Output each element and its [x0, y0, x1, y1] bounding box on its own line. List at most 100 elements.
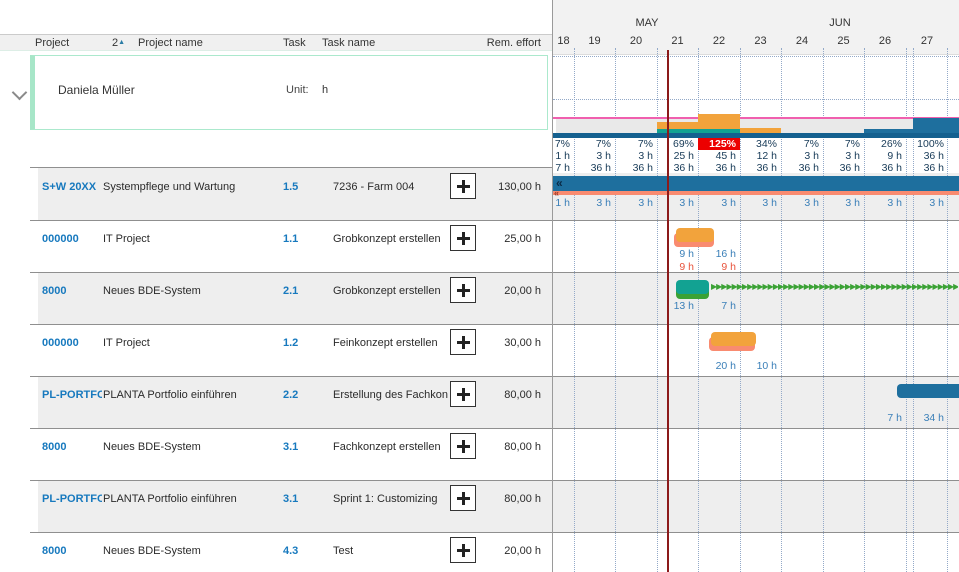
add-booking-button[interactable] — [450, 433, 476, 459]
gantt-bar-systempflege[interactable] — [553, 176, 959, 191]
week-effort: 3 h — [574, 197, 615, 209]
project-name: Systempflege und Wartung — [103, 181, 278, 193]
plus-icon — [451, 434, 475, 458]
column-header-task-name[interactable]: Task name — [322, 37, 375, 49]
row-separator — [30, 167, 553, 168]
week-effort: 3 h — [823, 197, 864, 209]
table-row: PL-PORTFO... PLANTA Portfolio einführen … — [0, 376, 553, 428]
project-id-link[interactable]: PL-PORTFO... — [42, 389, 102, 401]
histogram-bar-w21-orange — [657, 122, 698, 129]
table-row: 000000 IT Project 1.1 Grobkonzept erstel… — [0, 220, 553, 272]
project-id-link[interactable]: 8000 — [42, 441, 102, 453]
table-row: 8000 Neues BDE-System 3.1 Fachkonzept er… — [0, 428, 553, 480]
load-hours: 45 h — [698, 150, 740, 162]
capacity-hours: 36 h — [657, 162, 698, 174]
project-id-link[interactable]: S+W 20XX — [42, 181, 102, 193]
add-booking-button[interactable] — [450, 173, 476, 199]
capacity-hours: 36 h — [698, 162, 740, 174]
unit-value: h — [322, 84, 328, 96]
add-booking-button[interactable] — [450, 277, 476, 303]
project-name: IT Project — [103, 233, 278, 245]
load-hours: 3 h — [823, 150, 864, 162]
unit-label: Unit: — [286, 84, 309, 96]
project-id-link[interactable]: 000000 — [42, 337, 102, 349]
task-id-link: 2.1 — [283, 285, 319, 297]
resource-planning-screen: Project 2▲ Project name Task Task name R… — [0, 0, 959, 572]
column-header-project[interactable]: Project — [35, 37, 69, 49]
column-header-project-name[interactable]: Project name — [138, 37, 203, 49]
month-label-may: MAY — [617, 17, 677, 29]
project-name: Neues BDE-System — [103, 285, 278, 297]
capacity-hours: 36 h — [906, 162, 948, 174]
capacity-hours: 36 h — [615, 162, 657, 174]
histogram-guide-line — [553, 99, 959, 100]
collapse-chevron-icon[interactable] — [12, 85, 28, 101]
task-name: Erstellung des Fachkonz... — [333, 389, 448, 401]
week-label: 25 — [823, 35, 864, 47]
utilization-percent-overload: 125% — [698, 138, 740, 150]
capacity-hours: 36 h — [864, 162, 906, 174]
table-row: 000000 IT Project 1.2 Feinkonzept erstel… — [0, 324, 553, 376]
capacity-limit-line — [553, 117, 959, 119]
column-header-rem-effort[interactable]: Rem. effort — [460, 37, 541, 49]
load-hours: 36 h — [906, 150, 948, 162]
week-effort: 3 h — [781, 197, 823, 209]
task-id-link: 1.2 — [283, 337, 319, 349]
week-effort: 3 h — [906, 197, 948, 209]
table-row: S+W 20XX Systempflege und Wartung 1.5 72… — [0, 168, 553, 220]
utilization-percent: 69% — [657, 138, 698, 150]
remaining-effort: 130,00 h — [470, 181, 541, 193]
utilization-percent: 7% — [553, 138, 574, 150]
panel-divider[interactable] — [552, 0, 553, 572]
remaining-effort: 30,00 h — [470, 337, 541, 349]
gantt-bar-grobkonzept-it[interactable] — [676, 228, 714, 242]
project-id-link[interactable]: 8000 — [42, 285, 102, 297]
row-separator — [30, 324, 959, 325]
task-id-link: 3.1 — [283, 493, 319, 505]
sort-indicator[interactable]: 2▲ — [112, 37, 125, 49]
gantt-bar-fachkonzept-portfolio[interactable] — [897, 384, 959, 398]
week-effort: 16 h — [698, 248, 740, 260]
task-id-link: 3.1 — [283, 441, 319, 453]
project-name: PLANTA Portfolio einführen — [103, 389, 278, 401]
remaining-effort: 80,00 h — [470, 441, 541, 453]
row-separator — [30, 428, 959, 429]
row-separator — [30, 480, 959, 481]
task-id-link: 2.2 — [283, 389, 319, 401]
gantt-bar-grobkonzept-bde[interactable] — [676, 280, 709, 294]
row-separator — [30, 272, 959, 273]
add-booking-button[interactable] — [450, 485, 476, 511]
resource-card: Daniela Müller Unit: h — [30, 55, 548, 130]
gantt-underline-row1 — [553, 191, 959, 195]
project-name: Neues BDE-System — [103, 441, 278, 453]
column-header-task[interactable]: Task — [283, 37, 306, 49]
project-id-link[interactable]: 8000 — [42, 545, 102, 557]
row-separator — [30, 376, 959, 377]
week-label: 19 — [574, 35, 615, 47]
add-booking-button[interactable] — [450, 537, 476, 563]
capacity-hours: 36 h — [740, 162, 781, 174]
task-name: Test — [333, 545, 448, 557]
task-name: Grobkonzept erstellen — [333, 285, 448, 297]
gantt-bar-feinkonzept[interactable] — [711, 332, 756, 346]
utilization-percent: 7% — [823, 138, 864, 150]
week-effort: 7 h — [864, 412, 906, 424]
week-effort: 9 h — [657, 248, 698, 260]
utilization-percent: 7% — [574, 138, 615, 150]
week-label: 23 — [740, 35, 781, 47]
add-booking-button[interactable] — [450, 225, 476, 251]
week-effort: 3 h — [864, 197, 906, 209]
add-booking-button[interactable] — [450, 381, 476, 407]
project-id-link[interactable]: PL-PORTFO... — [42, 493, 102, 505]
week-effort: 3 h — [657, 197, 698, 209]
week-effort: 3 h — [698, 197, 740, 209]
remaining-effort: 20,00 h — [470, 545, 541, 557]
week-effort: 1 h — [553, 197, 574, 209]
utilization-percent: 100% — [906, 138, 948, 150]
link-chain-arrows-icon: ▶▶▶▶▶▶▶▶▶▶▶▶▶▶▶▶▶▶▶▶▶▶▶▶▶▶▶▶▶▶▶▶▶▶▶▶▶▶▶▶… — [711, 281, 958, 292]
add-booking-button[interactable] — [450, 329, 476, 355]
task-id-link: 1.1 — [283, 233, 319, 245]
plus-icon — [451, 278, 475, 302]
project-id-link[interactable]: 000000 — [42, 233, 102, 245]
week-effort: 3 h — [740, 197, 781, 209]
